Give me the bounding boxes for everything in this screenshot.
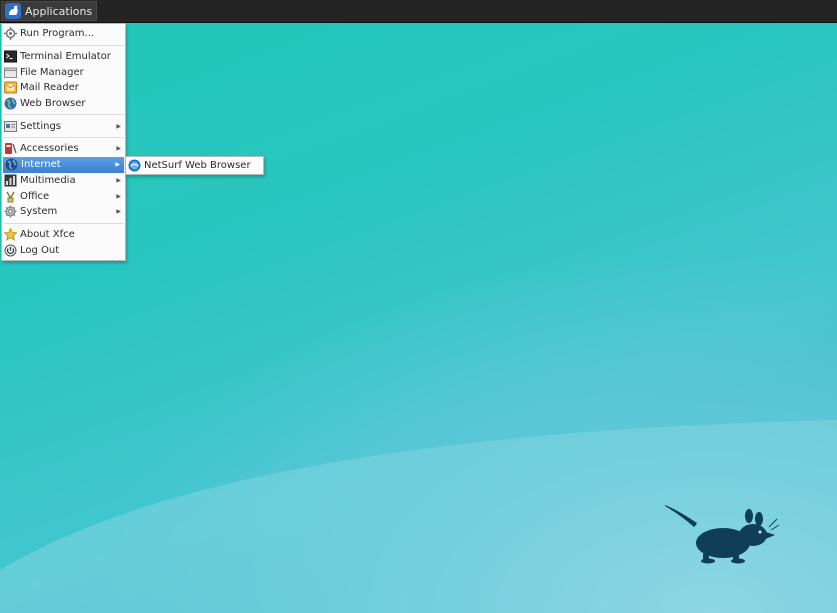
- submenu-arrow-icon: ▶: [116, 145, 121, 153]
- applications-menu: Run Program... Terminal Emulator File Ma…: [1, 23, 126, 261]
- submenu-arrow-icon: ▶: [116, 176, 121, 184]
- menu-item-label: System: [20, 206, 58, 218]
- menu-item-web-browser[interactable]: Web Browser: [2, 96, 125, 112]
- menu-separator: [3, 137, 124, 139]
- multimedia-icon: [4, 174, 17, 187]
- menu-item-label: File Manager: [20, 66, 84, 78]
- menu-item-label: Web Browser: [20, 98, 86, 110]
- menu-item-accessories[interactable]: Accessories ▶: [2, 141, 125, 157]
- menu-separator: [3, 44, 124, 46]
- menu-item-label: Accessories: [20, 143, 79, 155]
- accessories-icon: [4, 142, 17, 155]
- menu-item-label: Mail Reader: [20, 82, 79, 94]
- menu-item-system[interactable]: System ▶: [2, 204, 125, 220]
- star-icon: [3, 227, 18, 241]
- menu-item-run-program[interactable]: Run Program...: [2, 26, 125, 42]
- menu-item-office[interactable]: Office ▶: [2, 188, 125, 204]
- menu-item-label: About Xfce: [20, 228, 75, 240]
- run-icon: [4, 27, 17, 41]
- menu-separator: [3, 114, 124, 116]
- applications-menu-button[interactable]: Applications: [1, 1, 98, 21]
- menu-item-about-xfce[interactable]: About Xfce: [2, 227, 125, 243]
- menu-item-settings[interactable]: Settings ▶: [2, 118, 125, 134]
- submenu-item-netsurf-web-browser[interactable]: NetSurf Web Browser: [126, 157, 263, 174]
- applications-label: Applications: [25, 4, 93, 18]
- menu-item-internet[interactable]: Internet ▶: [3, 156, 124, 173]
- system-gear-icon: [4, 205, 17, 218]
- xfce-mouse-icon: [5, 3, 21, 19]
- menu-separator: [3, 222, 124, 224]
- menu-item-file-manager[interactable]: File Manager: [2, 64, 125, 80]
- globe-icon: [4, 97, 17, 110]
- netsurf-icon: [128, 159, 141, 172]
- menu-item-label: Settings: [20, 120, 62, 132]
- menu-item-multimedia[interactable]: Multimedia ▶: [2, 173, 125, 189]
- internet-icon: [5, 158, 18, 171]
- submenu-item-label: NetSurf Web Browser: [144, 160, 251, 171]
- submenu-arrow-icon: ▶: [116, 192, 121, 200]
- office-icon: [4, 190, 17, 203]
- xfce-mouse-logo: [665, 505, 780, 564]
- menu-item-label: Office: [20, 190, 50, 202]
- submenu-arrow-icon: ▶: [115, 161, 120, 169]
- settings-icon: [4, 120, 17, 133]
- menu-item-label: Internet: [21, 159, 61, 171]
- menu-item-label: Log Out: [20, 244, 60, 256]
- terminal-icon: [4, 50, 17, 63]
- submenu-arrow-icon: ▶: [116, 208, 121, 216]
- submenu-arrow-icon: ▶: [116, 122, 121, 130]
- menu-item-label: Run Program...: [20, 28, 95, 40]
- menu-item-terminal-emulator[interactable]: Terminal Emulator: [2, 49, 125, 65]
- internet-submenu: NetSurf Web Browser: [125, 156, 264, 175]
- mail-icon: [4, 81, 17, 94]
- power-icon: [4, 244, 17, 257]
- menu-item-mail-reader[interactable]: Mail Reader: [2, 80, 125, 96]
- top-panel: Applications: [0, 0, 837, 23]
- file-manager-icon: [4, 66, 17, 79]
- menu-item-label: Multimedia: [20, 174, 76, 186]
- menu-item-log-out[interactable]: Log Out: [2, 242, 125, 258]
- menu-item-label: Terminal Emulator: [20, 51, 111, 63]
